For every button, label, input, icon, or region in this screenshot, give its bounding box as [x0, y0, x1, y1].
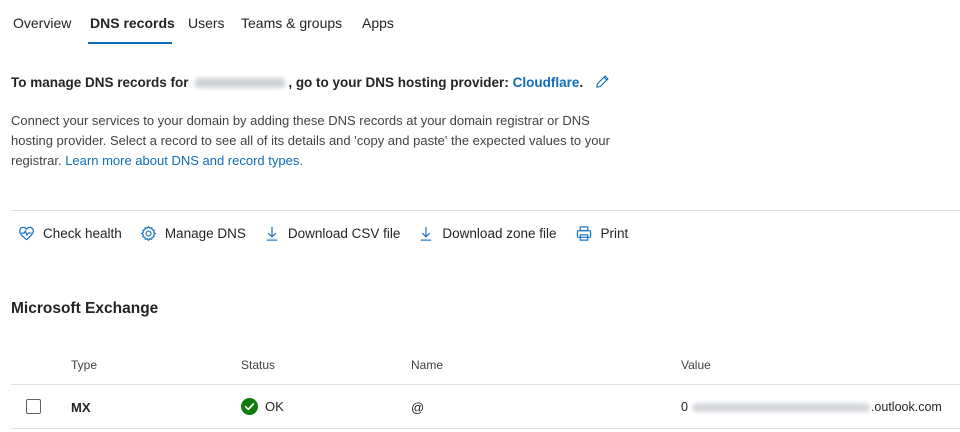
learn-more-link[interactable]: Learn more about DNS and record types. — [65, 153, 303, 168]
page-heading: To manage DNS records for , go to your D… — [11, 74, 610, 92]
download-icon — [421, 226, 432, 241]
manage-dns-button[interactable]: Manage DNS — [140, 225, 246, 242]
print-button[interactable]: Print — [575, 225, 629, 242]
heart-pulse-icon — [19, 226, 34, 240]
download-csv-label: Download CSV file — [287, 225, 401, 241]
row-type: MX — [71, 400, 91, 415]
heading-middle: , go to your DNS hosting provider: — [288, 75, 509, 90]
print-label: Print — [600, 225, 629, 241]
row-status: OK — [241, 398, 284, 415]
heading-suffix: . — [579, 75, 584, 90]
column-header-type[interactable]: Type — [71, 358, 97, 372]
toolbar: Check health Manage DNS Download CSV fil… — [18, 222, 646, 244]
checkmark-circle-icon — [241, 398, 258, 415]
heading-prefix: To manage DNS records for — [11, 75, 189, 90]
divider — [11, 210, 960, 211]
provider-link[interactable]: Cloudflare — [513, 75, 580, 90]
description: Connect your services to your domain by … — [11, 111, 611, 171]
row-value-prefix: 0 — [681, 400, 688, 414]
section-title: Microsoft Exchange — [11, 300, 159, 317]
row-name: @ — [411, 400, 425, 415]
redacted-domain — [194, 78, 287, 89]
download-csv-button[interactable]: Download CSV file — [264, 225, 401, 242]
download-zone-button[interactable]: Download zone file — [418, 225, 557, 242]
download-icon — [266, 226, 278, 241]
tab-teams-groups[interactable]: Teams & groups — [241, 15, 342, 31]
row-value-suffix: .outlook.com — [870, 400, 942, 414]
manage-dns-label: Manage DNS — [164, 225, 246, 241]
redacted-value — [691, 403, 870, 413]
tab-bar: Overview DNS records Users Teams & group… — [0, 0, 960, 46]
check-health-button[interactable]: Check health — [18, 225, 122, 242]
active-tab-indicator — [88, 42, 172, 44]
printer-icon — [576, 225, 591, 241]
tab-overview[interactable]: Overview — [13, 15, 71, 31]
column-header-status[interactable]: Status — [241, 358, 275, 372]
tab-dns-records[interactable]: DNS records — [90, 15, 175, 31]
row-status-text: OK — [265, 399, 284, 414]
table-divider — [11, 384, 960, 385]
row-value: 0 .outlook.com — [681, 400, 942, 414]
row-checkbox[interactable] — [26, 399, 41, 414]
table-divider — [11, 428, 960, 429]
gear-icon — [140, 225, 157, 241]
tab-apps[interactable]: Apps — [362, 15, 394, 31]
download-zone-label: Download zone file — [442, 225, 557, 241]
tab-users[interactable]: Users — [188, 15, 225, 31]
edit-pencil-icon[interactable] — [595, 74, 610, 92]
column-header-name[interactable]: Name — [411, 358, 443, 372]
column-header-value[interactable]: Value — [681, 358, 711, 372]
check-health-label: Check health — [43, 225, 122, 241]
